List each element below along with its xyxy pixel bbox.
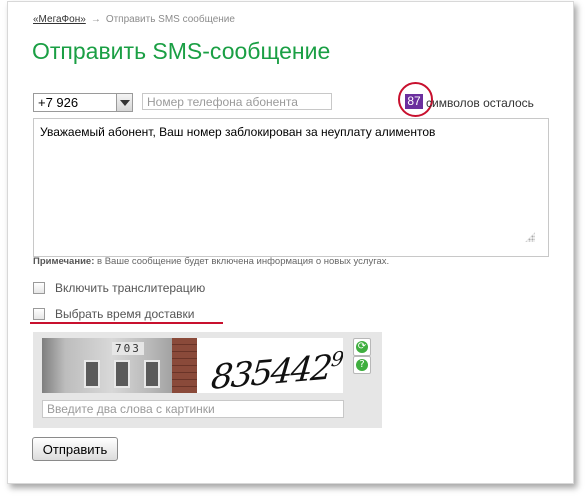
chars-remaining-count: 87: [405, 94, 423, 109]
delivery-time-checkbox[interactable]: [33, 308, 45, 320]
dropdown-arrow-icon[interactable]: [116, 94, 132, 111]
transliteration-label[interactable]: Включить транслитерацию: [55, 281, 205, 295]
note-label: Примечание:: [33, 256, 95, 267]
delivery-time-label[interactable]: Выбрать время доставки: [55, 307, 195, 321]
phone-prefix-value: +7 926: [38, 95, 79, 110]
refresh-icon: ⟳: [356, 341, 368, 353]
captcha-brick-wall: [172, 338, 197, 393]
captcha-word-text: 835442: [209, 347, 333, 393]
captcha-panel: 703 8354429 ⟳ ?: [33, 332, 382, 428]
breadcrumb-home-link[interactable]: «МегаФон»: [33, 14, 86, 25]
send-button[interactable]: Отправить: [32, 437, 118, 461]
breadcrumb: «МегаФон» → Отправить SMS сообщение: [33, 14, 235, 25]
captcha-image: 703 8354429: [42, 338, 343, 393]
transliteration-checkbox[interactable]: [33, 282, 45, 294]
captcha-word-sup: 9: [330, 346, 343, 372]
captcha-help-button[interactable]: ?: [353, 356, 371, 374]
captcha-window: [84, 360, 100, 388]
captcha-house-number: 703: [112, 342, 144, 355]
note-text: в Ваше сообщение будет включена информац…: [94, 256, 390, 267]
message-textarea[interactable]: Уважаемый абонент, Ваш номер заблокирова…: [33, 118, 549, 257]
delivery-time-option[interactable]: Выбрать время доставки: [33, 307, 195, 321]
page-title: Отправить SMS-сообщение: [32, 38, 331, 64]
message-note: Примечание: в Ваше сообщение будет включ…: [33, 256, 389, 267]
chars-remaining-label: символов осталось: [426, 96, 534, 110]
captcha-input[interactable]: [42, 400, 344, 418]
sms-form-panel: «МегаФон» → Отправить SMS сообщение Отправ…: [7, 1, 574, 484]
captcha-refresh-button[interactable]: ⟳: [353, 338, 371, 356]
captcha-window: [114, 360, 130, 388]
phone-prefix-select[interactable]: +7 926: [33, 93, 133, 112]
captcha-house-photo: 703: [42, 338, 197, 393]
breadcrumb-arrow: →: [90, 14, 101, 25]
delivery-time-highlight-underline: [30, 322, 223, 324]
transliteration-option[interactable]: Включить транслитерацию: [33, 281, 205, 295]
captcha-word: 8354429: [209, 346, 343, 393]
help-icon: ?: [356, 359, 368, 371]
breadcrumb-current: Отправить SMS сообщение: [105, 14, 235, 25]
captcha-window: [144, 360, 160, 388]
phone-number-input[interactable]: [142, 93, 332, 110]
